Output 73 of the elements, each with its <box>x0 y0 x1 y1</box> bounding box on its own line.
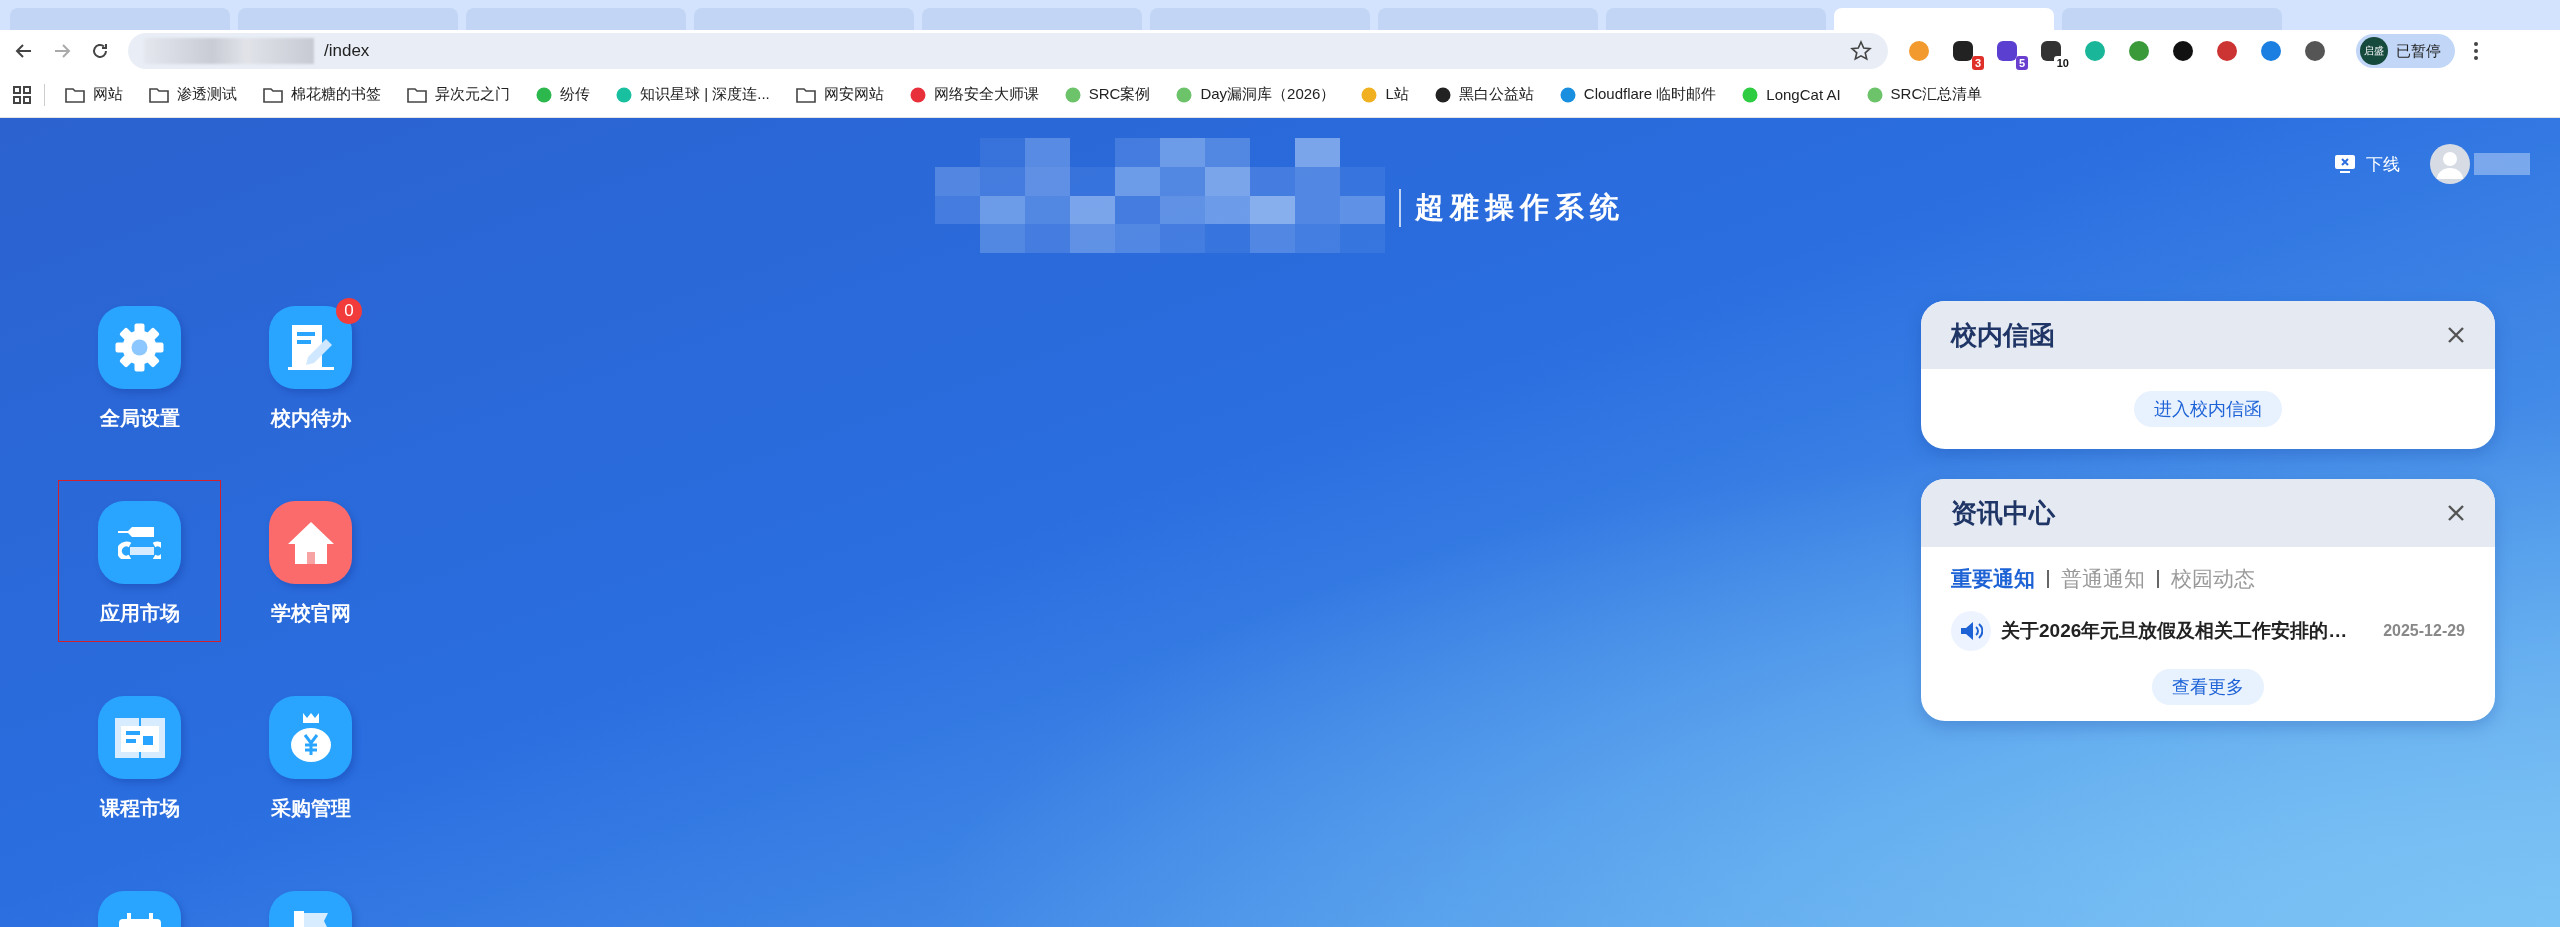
blurred-username <box>2474 153 2530 175</box>
news-date: 2025-12-29 <box>2383 622 2465 640</box>
site-icon <box>536 86 552 103</box>
extension-icon <box>1950 38 1976 64</box>
app-tile[interactable]: 采购管理 <box>229 675 392 837</box>
bookmark-item[interactable]: 知识星球 | 深度连... <box>608 81 778 108</box>
bookmark-item[interactable]: SRC汇总清单 <box>1858 81 1991 108</box>
extension-icon <box>1994 38 2020 64</box>
app-tile[interactable]: 全局设置 <box>58 285 221 447</box>
panel-title: 校内信函 <box>1951 318 2055 352</box>
apps-grid-icon[interactable] <box>12 84 32 105</box>
folder-icon <box>407 86 427 103</box>
address-bar[interactable]: /index <box>128 33 1888 69</box>
bookmark-item[interactable]: 异次元之门 <box>399 81 518 108</box>
count-badge: 0 <box>336 298 362 324</box>
close-icon[interactable] <box>2447 326 2465 344</box>
site-icon <box>1064 86 1081 103</box>
site-icon <box>1742 86 1759 103</box>
folder-icon <box>795 86 816 103</box>
bookmark-item[interactable]: 网站 <box>57 81 131 108</box>
site-icon <box>1559 86 1576 103</box>
person-silhouette-icon <box>2435 149 2465 179</box>
bookmark-item[interactable]: SRC案例 <box>1056 81 1159 108</box>
user-avatar[interactable] <box>2430 144 2470 184</box>
more-icon[interactable] <box>2473 41 2479 61</box>
money-bag-icon <box>290 713 331 762</box>
panel-title: 资讯中心 <box>1951 496 2055 530</box>
logout-button[interactable]: 下线 <box>2334 152 2400 176</box>
extension-icon[interactable] <box>2302 38 2328 64</box>
open-mail-button[interactable]: 进入校内信函 <box>2134 391 2282 427</box>
view-more-button[interactable]: 查看更多 <box>2152 669 2264 705</box>
site-icon <box>909 86 926 103</box>
site-icon <box>616 86 632 103</box>
bookmark-item[interactable]: 网络安全大师课 <box>901 81 1047 108</box>
extension-badge: 5 <box>2015 56 2028 70</box>
star-icon <box>1850 40 1872 62</box>
reload-icon[interactable] <box>90 41 110 61</box>
app-tile[interactable]: 应用市场 <box>58 480 221 642</box>
news-title: 关于2026年元旦放假及相关工作安排的… <box>2001 619 2349 643</box>
profile-button[interactable]: 启盛 已暂停 <box>2356 34 2455 68</box>
house-icon <box>287 521 334 564</box>
bookmark-item[interactable]: 棉花糖的书签 <box>255 81 389 108</box>
site-icon <box>1434 86 1451 103</box>
folder-icon <box>149 86 169 103</box>
app-tile[interactable]: 课程市场 <box>58 675 221 837</box>
system-title: 超雅操作系统 <box>1415 189 1625 225</box>
extension-badge: 3 <box>1971 56 1984 70</box>
document-pencil-icon <box>287 325 334 370</box>
folder-icon <box>65 86 85 103</box>
news-item[interactable]: 关于2026年元旦放假及相关工作安排的… 2025-12-29 <box>1951 611 2465 651</box>
profile-avatar: 启盛 <box>2360 37 2388 65</box>
folder-icon <box>263 86 283 103</box>
extension-badge: 10 <box>2053 56 2072 70</box>
site-icon <box>1866 86 1883 103</box>
extension-icon[interactable] <box>2170 38 2196 64</box>
bookmark-item[interactable]: LongCat AI <box>1734 82 1849 107</box>
app-tile[interactable]: 0 校内待办 <box>229 285 392 447</box>
bookmark-item[interactable]: 黑白公益站 <box>1426 81 1542 108</box>
close-icon[interactable] <box>2447 504 2465 522</box>
site-icon <box>1361 86 1378 103</box>
bookmark-item[interactable]: 网安网站 <box>787 81 892 108</box>
bookmark-item[interactable]: L站 <box>1353 81 1417 108</box>
news-tab[interactable]: 重要通知 <box>1951 565 2035 593</box>
site-icon <box>1176 86 1193 103</box>
bookmark-item[interactable]: 纷传 <box>528 81 598 108</box>
bookmark-item[interactable]: Cloudflare 临时邮件 <box>1551 81 1725 108</box>
app-tile[interactable]: 学校官网 <box>229 480 392 642</box>
gear-icon <box>115 323 164 372</box>
monitor-x-icon <box>2334 154 2356 174</box>
speaker-icon <box>1959 620 1983 642</box>
bookmark-item[interactable]: 渗透测试 <box>141 81 245 108</box>
book-icon <box>114 717 165 758</box>
bookmark-item[interactable]: Day漏洞库（2026） <box>1168 81 1344 108</box>
